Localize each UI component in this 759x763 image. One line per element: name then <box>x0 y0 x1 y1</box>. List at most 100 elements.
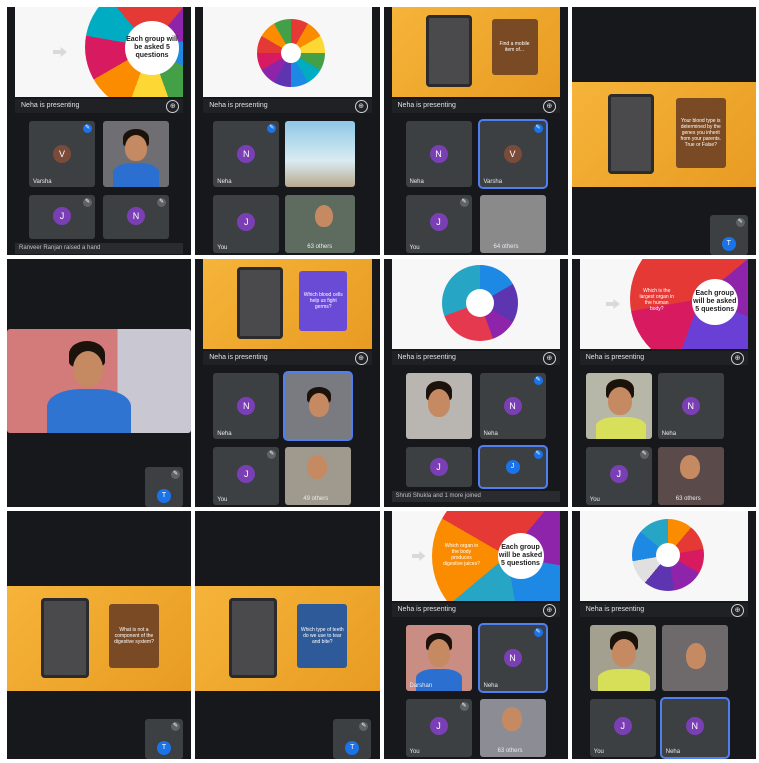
pin-icon[interactable]: ⊕ <box>542 352 556 365</box>
participant-video[interactable]: 63 others <box>657 447 724 505</box>
participant-name: Varsha <box>33 179 52 185</box>
question-card: Your blood type is determined by the gen… <box>675 98 726 168</box>
participant-tile[interactable]: J ✎ <box>29 195 95 239</box>
presenting-label: Neha is presenting <box>585 606 645 613</box>
participant-tile[interactable]: J <box>405 447 472 487</box>
participant-tile[interactable]: N Neha <box>213 373 280 439</box>
presenting-label: Neha is presenting <box>21 102 80 109</box>
pin-icon[interactable]: ⊕ <box>731 352 744 365</box>
mic-off-icon: ✎ <box>171 470 180 479</box>
participant-tile[interactable]: J You ✎ <box>405 195 472 253</box>
participant-tile-speaking[interactable]: N Neha ✎ <box>479 625 546 691</box>
participant-video[interactable]: 64 others <box>479 195 546 253</box>
meet-window-12: Neha is presenting ⊕ J You N Neha <box>571 511 756 759</box>
face <box>611 639 636 667</box>
participant-name: Neha <box>483 431 498 437</box>
participant-video-speaking[interactable] <box>285 373 352 439</box>
participant-name: Neha <box>661 431 677 437</box>
participant-name: Neha <box>217 179 232 185</box>
participant-tile-speaking[interactable]: N Neha <box>661 699 728 757</box>
arrow-icon <box>53 47 67 57</box>
meet-window-6: Which blood cells help us fight germs? N… <box>195 259 380 507</box>
mic-icon: ✎ <box>533 376 543 385</box>
meet-window-9: What is not a component of the digestive… <box>7 511 192 759</box>
participant-tile[interactable]: N Neha ✎ <box>213 121 280 187</box>
participant-tile[interactable]: J You ✎ <box>405 699 472 757</box>
others-count: 63 others <box>675 496 701 502</box>
mic-off-icon: ✎ <box>157 198 166 207</box>
avatar: N <box>237 397 256 415</box>
presenting-bar: Neha is presenting ⊕ <box>391 603 560 617</box>
presenting-label: Neha is presenting <box>209 354 268 361</box>
avatar: J <box>237 465 256 483</box>
participant-tile[interactable]: J You <box>589 699 656 757</box>
participant-tile[interactable]: J You ✎ <box>585 447 652 505</box>
pin-icon[interactable]: ⊕ <box>542 604 556 617</box>
meet-window-7: Neha is presenting ⊕ N Neha ✎ J J ✎ Shru… <box>383 259 568 507</box>
shirt <box>113 163 159 187</box>
presenting-label: Neha is presenting <box>397 102 456 109</box>
pin-icon[interactable]: ⊕ <box>542 100 556 113</box>
shared-slide <box>579 511 748 601</box>
shared-slide: What is not a component of the digestive… <box>7 586 192 691</box>
pin-icon[interactable]: ⊕ <box>354 352 368 365</box>
participant-video[interactable] <box>589 625 656 691</box>
shirt <box>47 389 131 433</box>
participant-tile[interactable]: J You ✎ <box>213 447 280 505</box>
participant-video[interactable]: Darshan <box>405 625 472 691</box>
participant-name: Neha <box>217 431 232 437</box>
participant-video[interactable] <box>103 121 169 187</box>
avatar: N <box>681 397 700 415</box>
participant-tile-speaking[interactable]: J ✎ <box>479 447 546 487</box>
participant-tile[interactable]: N Neha <box>657 373 724 439</box>
hand-notice: Ranveer Ranjan raised a hand <box>15 243 184 254</box>
mic-off-icon: ✎ <box>267 450 277 459</box>
participant-tile-speaking[interactable]: V Varsha ✎ <box>479 121 546 187</box>
participant-video[interactable]: 63 others <box>479 699 546 757</box>
meet-window-4: Your blood type is determined by the gen… <box>571 7 756 255</box>
participant-name: Darshan <box>409 683 433 689</box>
wheel-hub <box>465 289 494 317</box>
question-text: Which is the largest organ in the human … <box>639 288 674 312</box>
arrow-icon <box>605 299 620 309</box>
participant-video[interactable]: 63 others <box>285 195 356 253</box>
pin-icon[interactable]: ⊕ <box>354 100 368 113</box>
self-tile[interactable]: T ✎ <box>145 719 183 759</box>
pin-icon[interactable]: ⊕ <box>166 100 180 113</box>
participant-tile[interactable]: N Neha ✎ <box>479 373 546 439</box>
participant-video[interactable]: 49 others <box>285 447 352 505</box>
video-collage: Each group will be asked 5 questions Neh… <box>7 7 756 759</box>
others-count: 49 others <box>303 496 329 502</box>
avatar: N <box>503 649 522 667</box>
avatar: T <box>345 741 360 755</box>
mic-off-icon: ✎ <box>459 702 469 711</box>
participant-video[interactable] <box>285 121 356 187</box>
participant-name: You <box>217 497 228 503</box>
shared-slide: Which organ in the body produces digesti… <box>391 511 560 601</box>
participant-video[interactable] <box>405 373 472 439</box>
avatar: N <box>429 145 448 163</box>
participant-tile[interactable]: N Neha <box>405 121 472 187</box>
question-text: Which organ in the body produces digesti… <box>443 543 480 567</box>
participant-video[interactable] <box>585 373 652 439</box>
participant-video[interactable] <box>661 625 728 691</box>
avatar: J <box>429 458 448 476</box>
participant-tile[interactable]: V Varsha ✎ <box>29 121 95 187</box>
tablet-image <box>41 598 89 678</box>
participant-tile[interactable]: J You <box>213 195 280 253</box>
self-tile[interactable]: T ✎ <box>709 215 748 255</box>
mic-icon: ✎ <box>267 124 277 133</box>
mic-off-icon: ✎ <box>459 198 469 207</box>
participant-tile[interactable]: N ✎ <box>103 195 169 239</box>
avatar: J <box>53 207 71 225</box>
participant-video[interactable] <box>7 329 192 433</box>
mic-icon: ✎ <box>533 450 543 459</box>
meet-window-8: Which is the largest organ in the human … <box>571 259 756 507</box>
tablet-image <box>607 94 654 174</box>
self-tile[interactable]: T ✎ <box>333 719 372 759</box>
pin-icon[interactable]: ⊕ <box>731 604 744 617</box>
self-tile[interactable]: T ✎ <box>145 467 183 507</box>
presenting-bar: Neha is presenting ⊕ <box>203 99 372 113</box>
avatar: J <box>609 465 628 483</box>
others-count: 64 others <box>493 244 519 250</box>
